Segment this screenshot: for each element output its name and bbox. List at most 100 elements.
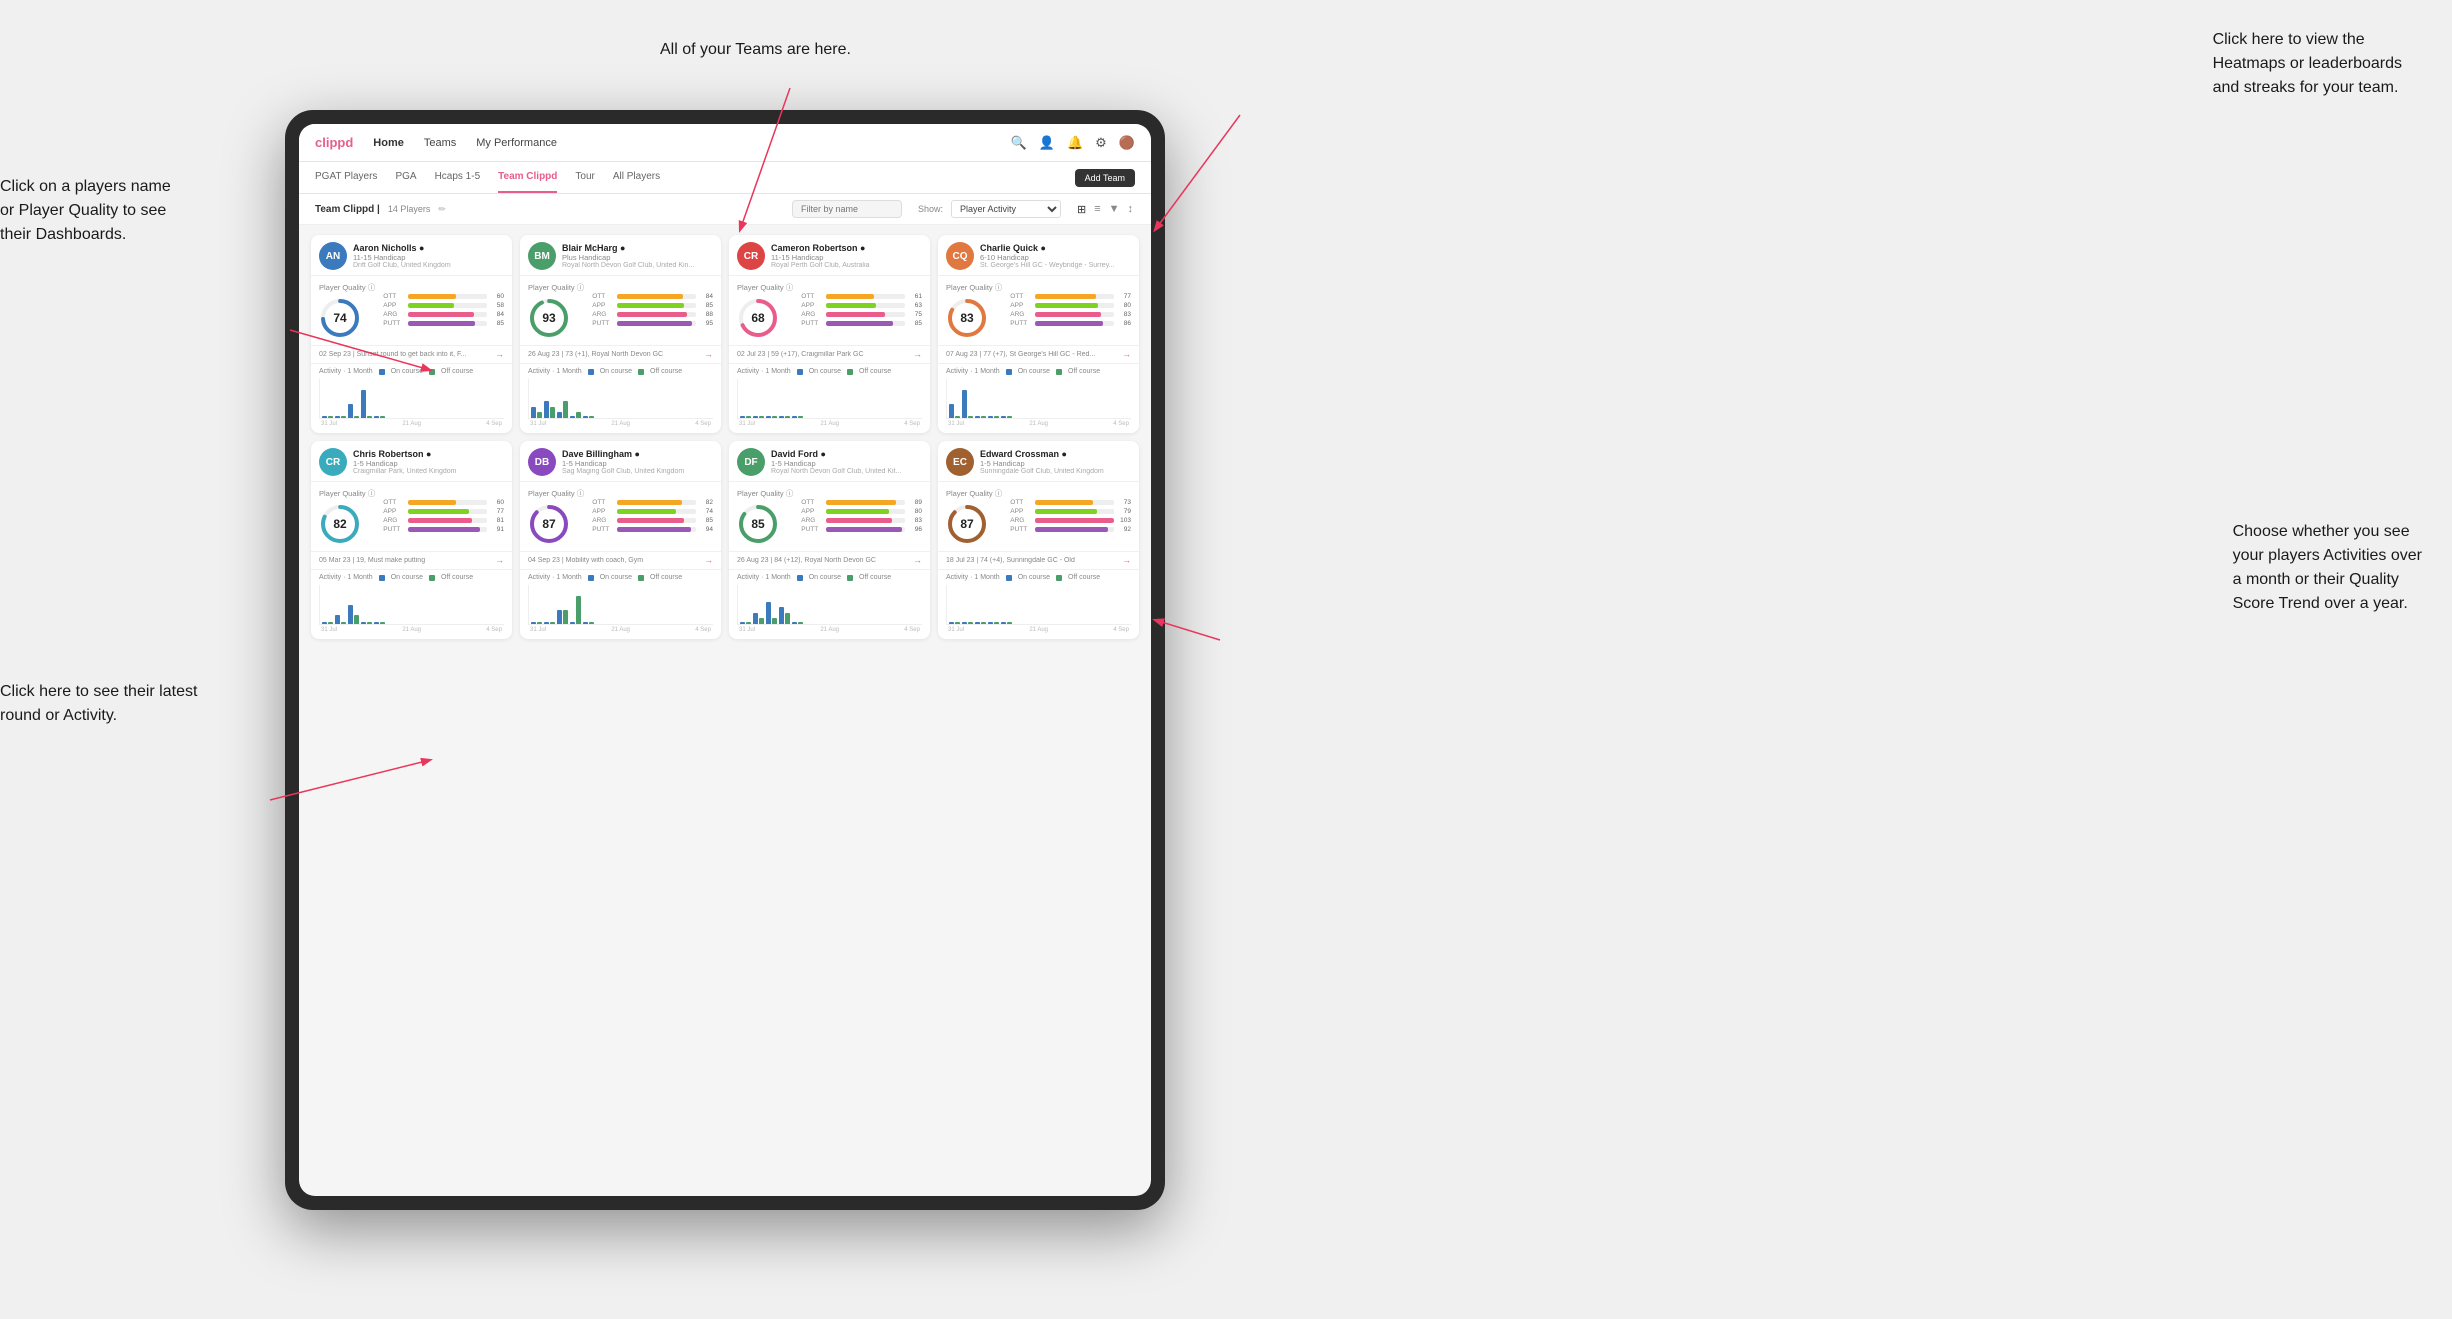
nav-my-performance[interactable]: My Performance [476, 137, 557, 149]
donut-chart[interactable]: 68 [737, 297, 779, 339]
on-course-bar [374, 622, 379, 624]
bar-group [348, 605, 359, 624]
player-card[interactable]: CQ Charlie Quick ● 6-10 Handicap St. Geo… [938, 235, 1139, 433]
bar-group [531, 622, 542, 624]
profile-icon[interactable]: 🟤 [1119, 135, 1135, 151]
donut-chart[interactable]: 74 [319, 297, 361, 339]
player-name[interactable]: Dave Billingham ● [562, 449, 713, 459]
round-arrow-icon[interactable]: → [495, 555, 504, 565]
donut-chart[interactable]: 85 [737, 503, 779, 545]
player-club: Royal Perth Golf Club, Australia [771, 262, 922, 269]
stat-value: 91 [490, 526, 504, 533]
tab-hcaps[interactable]: Hcaps 1-5 [435, 162, 481, 193]
player-card[interactable]: DF David Ford ● 1-5 Handicap Royal North… [729, 441, 930, 639]
search-input[interactable] [792, 200, 902, 218]
list-view-icon[interactable]: ≡ [1092, 201, 1102, 218]
activity-section: Activity · 1 Month On course Off course [520, 363, 721, 433]
bell-icon[interactable]: 🔔 [1067, 135, 1083, 151]
edit-icon[interactable]: ✏ [438, 204, 446, 215]
bar-group [322, 622, 333, 624]
round-arrow-icon[interactable]: → [704, 555, 713, 565]
round-arrow-icon[interactable]: → [1122, 555, 1131, 565]
stat-label: APP [383, 508, 405, 515]
off-course-bar [981, 622, 986, 624]
axis-label: 21 Aug [1029, 627, 1048, 633]
player-card[interactable]: BM Blair McHarg ● Plus Handicap Royal No… [520, 235, 721, 433]
stat-bar-wrap [617, 527, 696, 532]
player-name[interactable]: Edward Crossman ● [980, 449, 1131, 459]
round-arrow-icon[interactable]: → [1122, 349, 1131, 359]
axis-labels: 31 Jul21 Aug4 Sep [528, 627, 713, 633]
donut-chart[interactable]: 82 [319, 503, 361, 545]
player-name[interactable]: Aaron Nicholls ● [353, 243, 504, 253]
stat-value: 92 [1117, 526, 1131, 533]
activity-header: Activity · 1 Month On course Off course [528, 368, 713, 375]
player-card[interactable]: DB Dave Billingham ● 1-5 Handicap Sag Ma… [520, 441, 721, 639]
player-card[interactable]: EC Edward Crossman ● 1-5 Handicap Sunnin… [938, 441, 1139, 639]
latest-round[interactable]: 04 Sep 23 | Mobility with coach, Gym → [520, 551, 721, 569]
off-course-dot [429, 369, 435, 375]
tab-pgat-players[interactable]: PGAT Players [315, 162, 377, 193]
player-name[interactable]: Charlie Quick ● [980, 243, 1131, 253]
round-arrow-icon[interactable]: → [704, 349, 713, 359]
latest-round[interactable]: 02 Jul 23 | 59 (+17), Craigmillar Park G… [729, 345, 930, 363]
player-name[interactable]: David Ford ● [771, 449, 922, 459]
on-course-bar [962, 390, 967, 418]
player-name[interactable]: Chris Robertson ● [353, 449, 504, 459]
player-name[interactable]: Blair McHarg ● [562, 243, 713, 253]
stat-label: OTT [592, 293, 614, 300]
stat-bar [1035, 527, 1107, 532]
sort-icon[interactable]: ↕ [1126, 201, 1136, 218]
nav-home[interactable]: Home [373, 137, 404, 149]
axis-label: 21 Aug [820, 627, 839, 633]
donut-chart[interactable]: 87 [528, 503, 570, 545]
tab-tour[interactable]: Tour [575, 162, 594, 193]
add-team-button[interactable]: Add Team [1075, 169, 1135, 187]
filter-icon[interactable]: ▼ [1107, 201, 1122, 218]
latest-round[interactable]: 02 Sep 23 | Sunset round to get back int… [311, 345, 512, 363]
latest-round[interactable]: 07 Aug 23 | 77 (+7), St George's Hill GC… [938, 345, 1139, 363]
sub-nav: PGAT Players PGA Hcaps 1-5 Team Clippd T… [299, 162, 1151, 194]
donut-chart[interactable]: 93 [528, 297, 570, 339]
stat-row: APP 77 [383, 508, 504, 515]
donut-chart[interactable]: 87 [946, 503, 988, 545]
show-select[interactable]: Player Activity Quality Score Trend [951, 200, 1061, 218]
round-arrow-icon[interactable]: → [913, 349, 922, 359]
latest-round[interactable]: 18 Jul 23 | 74 (+4), Sunningdale GC - Ol… [938, 551, 1139, 569]
nav-teams[interactable]: Teams [424, 137, 456, 149]
grid-view-icon[interactable]: ⊞ [1075, 201, 1088, 218]
player-card[interactable]: CR Cameron Robertson ● 11-15 Handicap Ro… [729, 235, 930, 433]
stat-value: 61 [908, 293, 922, 300]
donut-chart[interactable]: 83 [946, 297, 988, 339]
player-card[interactable]: CR Chris Robertson ● 1-5 Handicap Craigm… [311, 441, 512, 639]
quality-score: 74 [333, 311, 346, 325]
tab-all-players[interactable]: All Players [613, 162, 660, 193]
axis-label: 4 Sep [1113, 421, 1129, 427]
latest-round[interactable]: 26 Aug 23 | 73 (+1), Royal North Devon G… [520, 345, 721, 363]
search-icon[interactable]: 🔍 [1011, 135, 1027, 151]
app-logo[interactable]: clippd [315, 135, 353, 150]
player-name[interactable]: Cameron Robertson ● [771, 243, 922, 253]
settings-icon[interactable]: ⚙ [1095, 135, 1107, 151]
axis-labels: 31 Jul21 Aug4 Sep [946, 627, 1131, 633]
stats-list: OTT 89 APP 80 ARG 83 PUTT 9 [801, 499, 922, 535]
on-course-bar [348, 404, 353, 418]
bar-group [374, 416, 385, 418]
tab-pga[interactable]: PGA [395, 162, 416, 193]
on-course-bar [949, 622, 954, 624]
player-card[interactable]: AN Aaron Nicholls ● 11-15 Handicap Drift… [311, 235, 512, 433]
user-icon[interactable]: 👤 [1039, 135, 1055, 151]
player-handicap: 1-5 Handicap [980, 459, 1131, 468]
stat-bar-wrap [408, 500, 487, 505]
latest-round[interactable]: 26 Aug 23 | 84 (+12), Royal North Devon … [729, 551, 930, 569]
latest-round-text: 07 Aug 23 | 77 (+7), St George's Hill GC… [946, 351, 1118, 358]
bar-group [544, 622, 555, 624]
stat-value: 84 [699, 293, 713, 300]
stat-bar-wrap [826, 518, 905, 523]
on-course-bar [779, 607, 784, 624]
round-arrow-icon[interactable]: → [495, 349, 504, 359]
latest-round[interactable]: 05 Mar 23 | 19, Must make putting → [311, 551, 512, 569]
off-course-bar [328, 622, 333, 624]
round-arrow-icon[interactable]: → [913, 555, 922, 565]
tab-team-clippd[interactable]: Team Clippd [498, 162, 557, 193]
